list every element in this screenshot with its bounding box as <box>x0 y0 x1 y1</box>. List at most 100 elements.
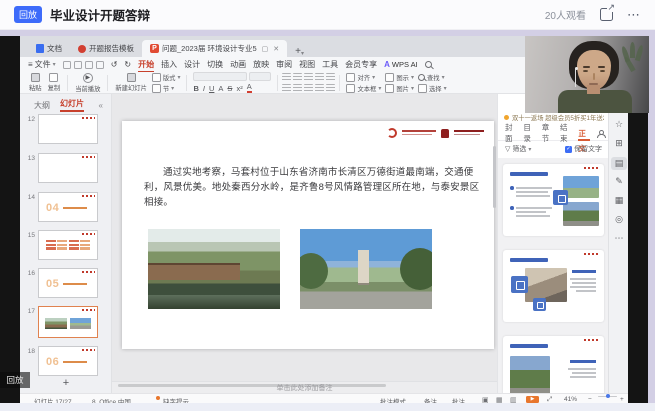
bullets-icon[interactable] <box>282 73 291 82</box>
slideshow-play-button[interactable]: ▶ <box>526 396 539 403</box>
layout-button[interactable]: 版式 ▾ <box>152 73 181 82</box>
menu-insert[interactable]: 插入 <box>161 59 177 70</box>
align-center-icon[interactable] <box>293 84 302 93</box>
font-size-select[interactable] <box>249 72 271 81</box>
print-icon[interactable] <box>74 61 82 69</box>
play-from-current-button[interactable]: ▶ 当前播放 <box>72 73 103 93</box>
diagram-button[interactable]: 图示 ▾ <box>385 73 414 82</box>
search-icon[interactable] <box>425 61 432 68</box>
presenter-webcam-video[interactable] <box>525 36 649 113</box>
slide-thumb-18[interactable]: 18 06 <box>20 346 112 376</box>
numbering-icon[interactable] <box>293 73 302 82</box>
underline-button[interactable]: U <box>209 84 214 93</box>
tab-ending[interactable]: 结束 <box>560 122 571 144</box>
zoom-level[interactable]: 41% <box>564 396 577 403</box>
columns-icon[interactable] <box>326 84 335 93</box>
slide-thumb-17-selected[interactable]: 17 <box>20 306 112 338</box>
panel-icon[interactable]: ⊞ <box>609 138 629 149</box>
tab-list-chevron[interactable]: ▾ <box>301 50 304 57</box>
tab-docs-home[interactable]: 文档 <box>28 40 70 57</box>
tab-cover[interactable]: 封面 <box>505 122 516 144</box>
indent-decrease-icon[interactable] <box>304 73 313 82</box>
menu-home[interactable]: 开始 <box>138 59 154 70</box>
italic-button[interactable]: I <box>203 84 205 93</box>
close-tab-icon[interactable]: ✕ <box>273 45 279 53</box>
slide-thumb-12[interactable]: 12 <box>20 114 112 144</box>
slide-photo-village-park[interactable] <box>148 229 280 309</box>
image-tool-icon[interactable]: ▦ <box>609 195 629 206</box>
picture-button[interactable]: 图片 ▾ <box>385 84 414 93</box>
menu-design[interactable]: 设计 <box>184 59 200 70</box>
select-button[interactable]: 选择 ▾ <box>418 84 447 93</box>
menu-slideshow[interactable]: 放映 <box>253 59 269 70</box>
menu-transition[interactable]: 切换 <box>207 59 223 70</box>
slide-thumb-14[interactable]: 14 04 <box>20 192 112 222</box>
canvas-horizontal-scrollbar[interactable] <box>118 384 386 387</box>
tab-active-presentation[interactable]: P 问题_2023届 环境设计专业5 ▢ ✕ <box>142 40 287 57</box>
menu-animation[interactable]: 动画 <box>230 59 246 70</box>
menu-review[interactable]: 审阅 <box>276 59 292 70</box>
font-family-select[interactable] <box>193 72 247 81</box>
slide-thumb-16[interactable]: 16 05 <box>20 268 112 298</box>
new-slide-button[interactable]: 新建幻灯片 <box>112 73 149 92</box>
tab-contents[interactable]: 目录 <box>523 122 534 144</box>
zoom-slider[interactable] <box>598 396 617 398</box>
slide-photo-street-monument[interactable] <box>300 229 432 309</box>
superscript-button[interactable]: x² <box>236 84 242 93</box>
canvas-vertical-scrollbar[interactable] <box>493 106 496 364</box>
share-icon[interactable]: ↗ <box>600 8 613 21</box>
undo-icon[interactable]: ↺ <box>111 60 118 69</box>
tab-chapter[interactable]: 章节 <box>542 122 553 144</box>
beautify-icon[interactable]: ▤ <box>611 157 627 170</box>
align-left-icon[interactable] <box>282 84 291 93</box>
collapse-panel-icon[interactable]: « <box>99 101 103 110</box>
slide-body-text[interactable]: 通过实地考察，马套村位于山东省济南市长清区万德街道最南端，交通便利，风景优美。地… <box>144 165 480 210</box>
template-card[interactable] <box>503 164 604 236</box>
output-icon[interactable] <box>96 61 104 69</box>
strikethrough-button[interactable]: S <box>227 84 232 93</box>
align-right-icon[interactable] <box>304 84 313 93</box>
font-color-button[interactable]: A <box>247 83 252 93</box>
copy-button[interactable]: 复制 <box>45 73 64 92</box>
align-button[interactable]: 对齐 ▾ <box>346 73 381 82</box>
file-menu[interactable]: ≡ 文件 ▾ <box>28 59 56 70</box>
menu-tools[interactable]: 工具 <box>322 59 338 70</box>
paste-button[interactable]: 粘贴 <box>26 73 45 92</box>
bold-button[interactable]: B <box>193 84 198 93</box>
keep-text-checkbox[interactable]: ✓ <box>565 146 572 153</box>
zoom-out-button[interactable]: − <box>588 396 592 403</box>
add-slide-button[interactable]: + <box>20 377 112 389</box>
edit-icon[interactable]: ✎ <box>609 176 629 187</box>
font-effects-button[interactable]: A <box>218 84 223 93</box>
pin-icon[interactable]: ▢ <box>262 45 269 53</box>
tab-slides[interactable]: 幻灯片 <box>60 98 84 112</box>
slide-thumb-15[interactable]: 15 <box>20 230 112 260</box>
wps-ai-button[interactable]: A WPS AI <box>384 60 418 69</box>
rail-more-icon[interactable]: ⋯ <box>609 233 629 244</box>
filter-button[interactable]: 筛选 <box>512 144 526 154</box>
zoom-in-button[interactable]: + <box>620 396 624 403</box>
tab-outline[interactable]: 大纲 <box>34 100 50 111</box>
star-icon[interactable]: ☆ <box>609 119 629 130</box>
help-icon[interactable]: ◎ <box>609 214 629 225</box>
notes-placeholder[interactable]: 单击此处添加备注 <box>277 385 333 392</box>
template-card[interactable] <box>503 250 604 322</box>
person-icon[interactable] <box>597 130 602 137</box>
slide-thumb-13[interactable]: 13 <box>20 153 112 183</box>
template-card[interactable] <box>503 336 604 393</box>
current-slide[interactable]: 通过实地考察，马套村位于山东省济南市长清区万德街道最南端，交通便利，风景优美。地… <box>122 121 494 349</box>
line-spacing-icon[interactable] <box>326 73 335 82</box>
textbox-button[interactable]: 文本框 ▾ <box>346 84 381 93</box>
section-button[interactable]: 节 ▾ <box>152 84 181 93</box>
justify-icon[interactable] <box>315 84 324 93</box>
menu-view[interactable]: 视图 <box>299 59 315 70</box>
tab-other-doc[interactable]: 开题报告模板 <box>70 40 142 57</box>
tab-body-active[interactable]: 正文 <box>578 126 589 141</box>
preview-icon[interactable] <box>85 61 93 69</box>
menu-membership[interactable]: 会员专享 <box>345 59 377 70</box>
zoom-slider-handle[interactable] <box>606 394 610 398</box>
more-menu-icon[interactable]: ⋯ <box>627 8 641 21</box>
find-button[interactable]: 查找 ▾ <box>418 73 447 82</box>
indent-increase-icon[interactable] <box>315 73 324 82</box>
save-icon[interactable] <box>63 61 71 69</box>
